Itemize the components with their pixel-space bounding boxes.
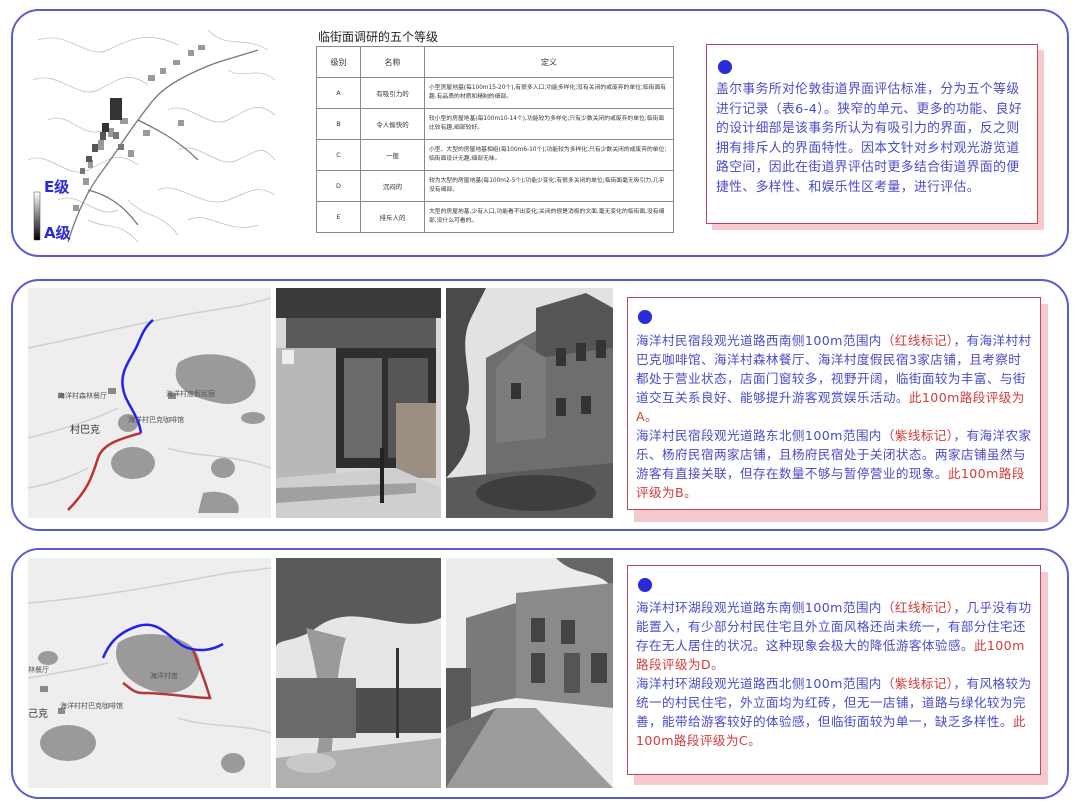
brick-street-photo	[446, 558, 613, 788]
row-name: 排斥人的	[360, 201, 425, 233]
grade-gradient-bar	[33, 191, 41, 241]
legend-a-grade: A级	[44, 224, 71, 242]
row-level: B	[316, 108, 361, 140]
header-level: 级别	[316, 46, 361, 78]
village-grade-map	[28, 20, 275, 242]
grade-table: 级别 名称 定义 A 有吸引力的 小型房屋地基(每100m15-20个),有很多…	[316, 46, 674, 233]
legend-e-grade: E级	[44, 178, 70, 196]
bullet-dot	[718, 60, 732, 74]
row-definition: 较小型的房屋地基(每100m10-14个),功能较为多样化;只有少数关闭的或废弃…	[424, 108, 674, 140]
table-row: A 有吸引力的 小型房屋地基(每100m15-20个),有很多入口;功能多样化;…	[316, 77, 674, 109]
row-definition: 小型房屋地基(每100m15-20个),有很多入口;功能多样化;没有关闭的或废弃…	[424, 77, 674, 109]
red-line-marker: （红线标记）	[881, 600, 954, 615]
table-row: E 排斥人的 大型的房屋地基,少有入口,功能看不出变化;关闭的很是消极的文面,毫…	[316, 201, 674, 233]
bullet-dot	[638, 578, 652, 592]
header-definition: 定义	[424, 46, 674, 78]
storefront-photo	[276, 288, 441, 518]
lakeside-grading-text: 海洋村环湖段观光道路东南侧100m范围内（红线标记），几乎没有功能置入，有少部分…	[636, 598, 1034, 750]
row-definition: 小型、大型的房屋地基相组(每100m6-10个);功能较为多样化;只有少数关闭的…	[424, 139, 674, 171]
lakeside-tree-photo	[276, 558, 441, 788]
row-name: 令人愉快的	[360, 108, 425, 140]
table-row: B 令人愉快的 较小型的房屋地基(每100m10-14个),功能较为多样化;只有…	[316, 108, 674, 140]
homestay-road-map	[28, 288, 271, 518]
row-name: 沉闷的	[360, 170, 425, 202]
row-level: D	[316, 170, 361, 202]
row-name: 有吸引力的	[360, 77, 425, 109]
map-label-restaurant: 海洋村森林餐厅	[58, 392, 107, 400]
table-title: 临街面调研的五个等级	[318, 30, 439, 44]
purple-line-marker: （紫线标记）	[881, 676, 954, 691]
purple-line-marker: （紫线标记）	[881, 428, 954, 443]
row-definition: 大型的房屋地基,少有入口,功能看不出变化;关闭的很是消极的文面,毫无变化的临街面…	[424, 201, 674, 233]
map-linework	[28, 29, 275, 242]
table-header-row: 级别 名称 定义	[316, 46, 674, 78]
row-level: E	[316, 201, 361, 233]
bullet-dot	[638, 310, 652, 324]
row-level: C	[316, 139, 361, 171]
brick-street-illustration	[446, 558, 613, 788]
table-row: D 沉闷的 较为大型的房屋地基(每100m2-5个);功能少变化;有很多关闭的单…	[316, 170, 674, 202]
map-label-village: 村巴克	[70, 425, 100, 436]
row-level: A	[316, 77, 361, 109]
brick-buildings-illustration	[446, 288, 613, 518]
map-label-restaurant: 林餐厅	[28, 666, 49, 674]
table-row: C 一般 小型、大型的房屋地基相组(每100m6-10个);功能较为多样化;只有…	[316, 139, 674, 171]
lakeside-tree-illustration	[276, 558, 441, 788]
homestay-map-graphics	[28, 297, 271, 513]
standard-description-text: 盖尔事务所对伦敦街道界面评估标准，分为五个等级进行记录（表6-4）。狭窄的单元、…	[716, 82, 1023, 195]
homestay-p2-intro: 海洋村民宿段观光道路东北侧100m范围内	[636, 428, 882, 443]
map-label-hotel: 海洋村度假民宿	[166, 390, 215, 398]
brick-buildings-photo	[446, 288, 613, 518]
homestay-p1-intro: 海洋村民宿段观光道路西南侧100m范围内	[636, 333, 882, 348]
row-definition: 较为大型的房屋地基(每100m2-5个);功能少变化;有很多关闭的单位;临街面毫…	[424, 170, 674, 202]
lakeside-p1-intro: 海洋村环湖段观光道路东南侧100m范围内	[636, 600, 882, 615]
row-name: 一般	[360, 139, 425, 171]
storefront-illustration	[276, 288, 441, 518]
map-label-hotel: 海洋村度	[150, 672, 178, 680]
map-label-cafe: 海洋村村巴克咖啡馆	[60, 702, 123, 710]
lakeside-p2-intro: 海洋村环湖段观光道路西北侧100m范围内	[636, 676, 882, 691]
map-label-village: 己克	[28, 709, 48, 720]
map-label-cafe: 海洋村巴克咖啡馆	[128, 416, 184, 424]
homestay-grading-text: 海洋村民宿段观光道路西南侧100m范围内（红线标记），有海洋村村巴克咖啡馆、海洋…	[636, 331, 1034, 502]
header-name: 名称	[360, 46, 425, 78]
red-line-marker: （红线标记）	[881, 333, 954, 348]
